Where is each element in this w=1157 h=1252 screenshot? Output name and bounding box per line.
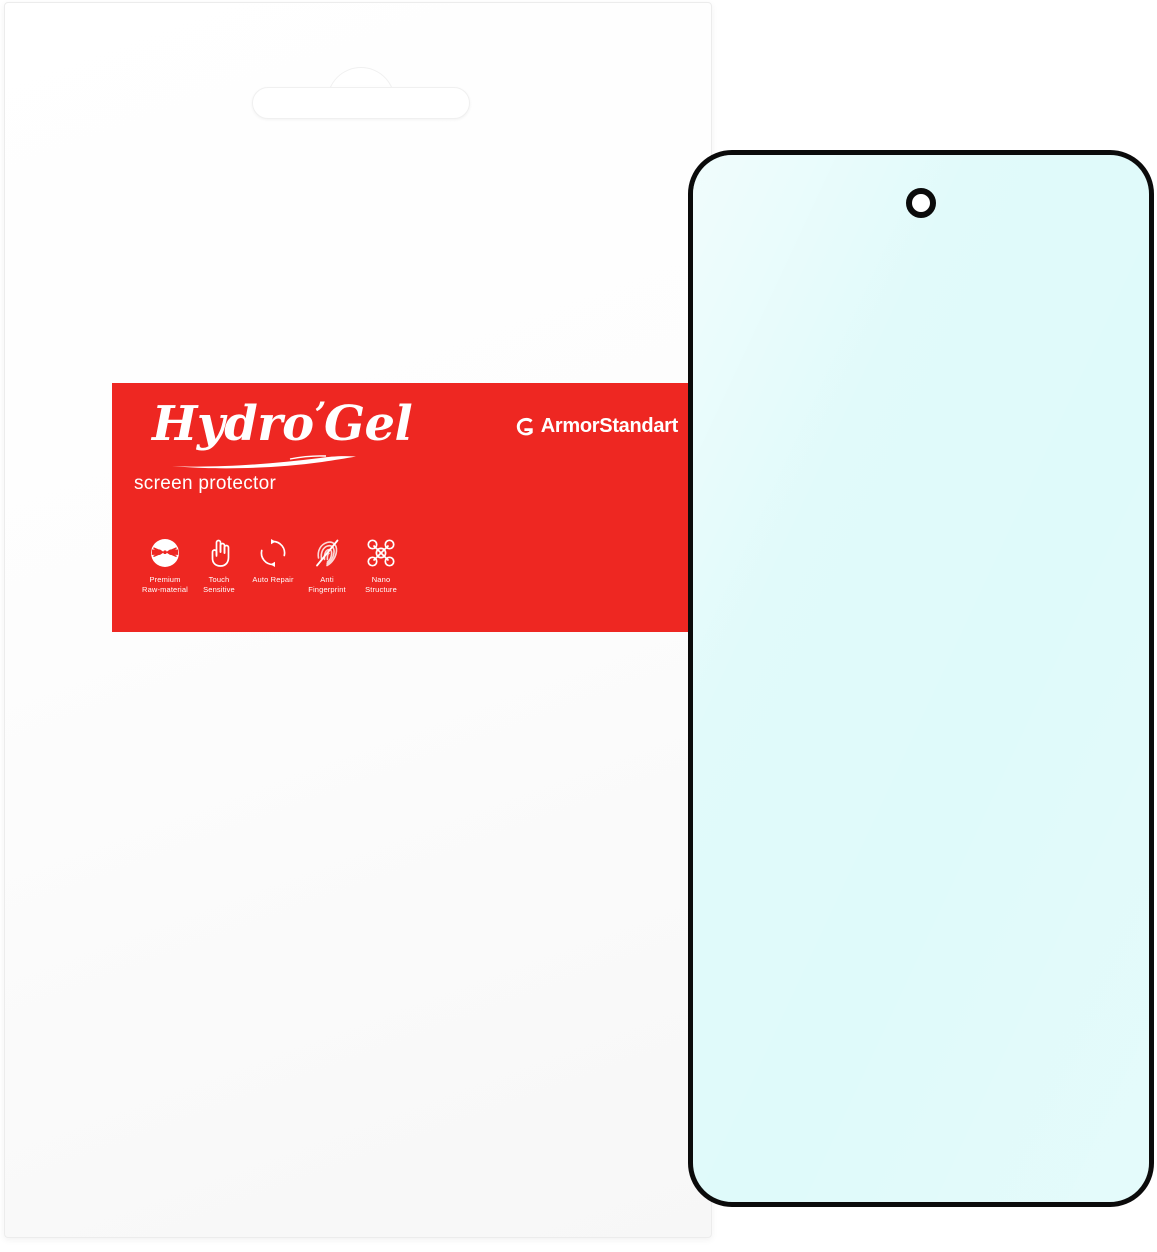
feature-caption-line2: Raw-material <box>142 584 188 594</box>
nano-structure-icon <box>366 536 396 570</box>
hydrogel-screen-protector-film <box>688 150 1154 1207</box>
armorstandart-logo: ArmorStandart <box>514 415 678 438</box>
feature-auto-repair: Auto Repair <box>246 536 300 585</box>
feature-caption: Anti Fingerprint <box>308 575 346 594</box>
feature-caption-line1: Premium <box>149 575 181 584</box>
brand-lockup: Hydro’Gel <box>152 398 482 469</box>
feature-premium-raw-material: Premium Raw-material <box>138 536 192 594</box>
feature-icon-row: Premium Raw-material Touch Sensitive Aut… <box>138 536 408 594</box>
feature-caption: Touch Sensitive <box>203 575 235 594</box>
feature-caption-line1: Touch <box>208 575 230 584</box>
feature-caption-line1: Auto Repair <box>252 575 294 584</box>
wordmark-swash-icon <box>172 455 356 469</box>
feature-caption-line2: Fingerprint <box>308 584 346 594</box>
touch-sensitive-hand-icon <box>205 536 233 570</box>
premium-raw-material-icon <box>150 536 180 570</box>
hydrogel-wordmark: Hydro’Gel <box>152 398 482 448</box>
product-photo-stage: Hydro’Gel screen protector ArmorStandart <box>0 0 1157 1252</box>
feature-caption: Nano Structure <box>365 575 397 594</box>
armorstandart-c-mark-icon <box>516 417 533 435</box>
retail-package-card: Hydro’Gel screen protector ArmorStandart <box>4 2 712 1238</box>
feature-caption-line1: Anti <box>320 575 334 584</box>
feature-nano-structure: Nano Structure <box>354 536 408 594</box>
feature-caption-line2: Sensitive <box>203 584 235 594</box>
feature-caption-line2: Structure <box>365 584 397 594</box>
wordmark-gel: Gel <box>323 396 413 452</box>
feature-caption: Auto Repair <box>252 575 293 585</box>
feature-touch-sensitive: Touch Sensitive <box>192 536 246 594</box>
label-tagline: screen protector <box>134 473 277 494</box>
feature-caption-line1: Nano <box>371 575 391 584</box>
armorstandart-logo-text: ArmorStandart <box>540 415 679 437</box>
protector-sheen-overlay <box>693 155 1149 1202</box>
wordmark-hydro: Hydro <box>152 396 314 452</box>
auto-repair-circular-arrows-icon <box>258 536 288 570</box>
feature-caption: Premium Raw-material <box>142 575 188 594</box>
feature-anti-fingerprint: Anti Fingerprint <box>300 536 354 594</box>
anti-fingerprint-icon <box>314 536 340 570</box>
euro-slot-hang-hole <box>252 87 470 119</box>
punch-hole-camera-cutout <box>906 188 936 218</box>
red-label-band: Hydro’Gel screen protector ArmorStandart <box>112 383 690 632</box>
